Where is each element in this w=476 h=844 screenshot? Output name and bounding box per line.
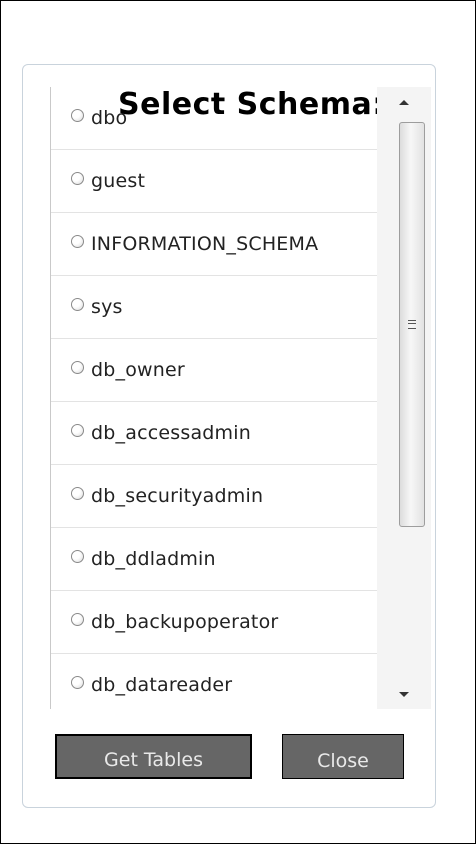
schema-option-label: db_owner	[91, 359, 185, 381]
radio-icon[interactable]	[71, 360, 84, 374]
radio-icon[interactable]	[71, 486, 84, 500]
radio-icon[interactable]	[71, 171, 84, 185]
schema-option-db-ddladmin[interactable]: db_ddladmin	[51, 528, 378, 591]
schema-option-label: db_securityadmin	[91, 485, 264, 507]
schema-option-information-schema[interactable]: INFORMATION_SCHEMA	[51, 213, 378, 276]
schema-option-guest[interactable]: guest	[51, 150, 378, 213]
schema-option-db-owner[interactable]: db_owner	[51, 339, 378, 402]
get-tables-button[interactable]: Get Tables	[55, 734, 252, 779]
close-button[interactable]: Close	[282, 734, 404, 779]
radio-icon[interactable]	[71, 549, 84, 563]
grip-lines-icon	[408, 320, 416, 329]
radio-icon[interactable]	[71, 423, 84, 437]
vertical-scrollbar[interactable]	[377, 87, 431, 709]
radio-icon[interactable]	[71, 234, 84, 248]
schema-option-label: dbo	[91, 107, 128, 129]
radio-icon[interactable]	[71, 612, 84, 626]
schema-listbox: dbo guest INFORMATION_SCHEMA sys db_owne…	[50, 87, 431, 709]
schema-option-label: db_accessadmin	[91, 422, 251, 444]
schema-option-label: db_datareader	[91, 674, 233, 696]
scroll-down-button[interactable]	[377, 679, 431, 709]
triangle-down-icon	[399, 691, 409, 697]
schema-dialog: Select Schema: dbo guest INFORMATION_SCH…	[0, 0, 476, 844]
radio-icon[interactable]	[71, 297, 84, 311]
schema-option-label: db_backupoperator	[91, 611, 279, 633]
schema-option-db-backupoperator[interactable]: db_backupoperator	[51, 591, 378, 654]
schema-option-dbo[interactable]: dbo	[51, 87, 378, 150]
schema-option-db-accessadmin[interactable]: db_accessadmin	[51, 402, 378, 465]
radio-icon[interactable]	[71, 675, 84, 689]
triangle-up-icon	[399, 99, 409, 105]
schema-option-label: sys	[91, 296, 123, 318]
schema-option-sys[interactable]: sys	[51, 276, 378, 339]
schema-option-label: INFORMATION_SCHEMA	[91, 233, 319, 255]
scroll-up-button[interactable]	[377, 87, 431, 117]
schema-option-label: guest	[91, 170, 146, 192]
radio-icon[interactable]	[71, 108, 84, 122]
scrollbar-thumb[interactable]	[399, 122, 425, 527]
schema-list: dbo guest INFORMATION_SCHEMA sys db_owne…	[50, 87, 379, 709]
schema-option-db-datareader[interactable]: db_datareader	[51, 654, 378, 709]
schema-option-db-securityadmin[interactable]: db_securityadmin	[51, 465, 378, 528]
schema-option-label: db_ddladmin	[91, 548, 216, 570]
